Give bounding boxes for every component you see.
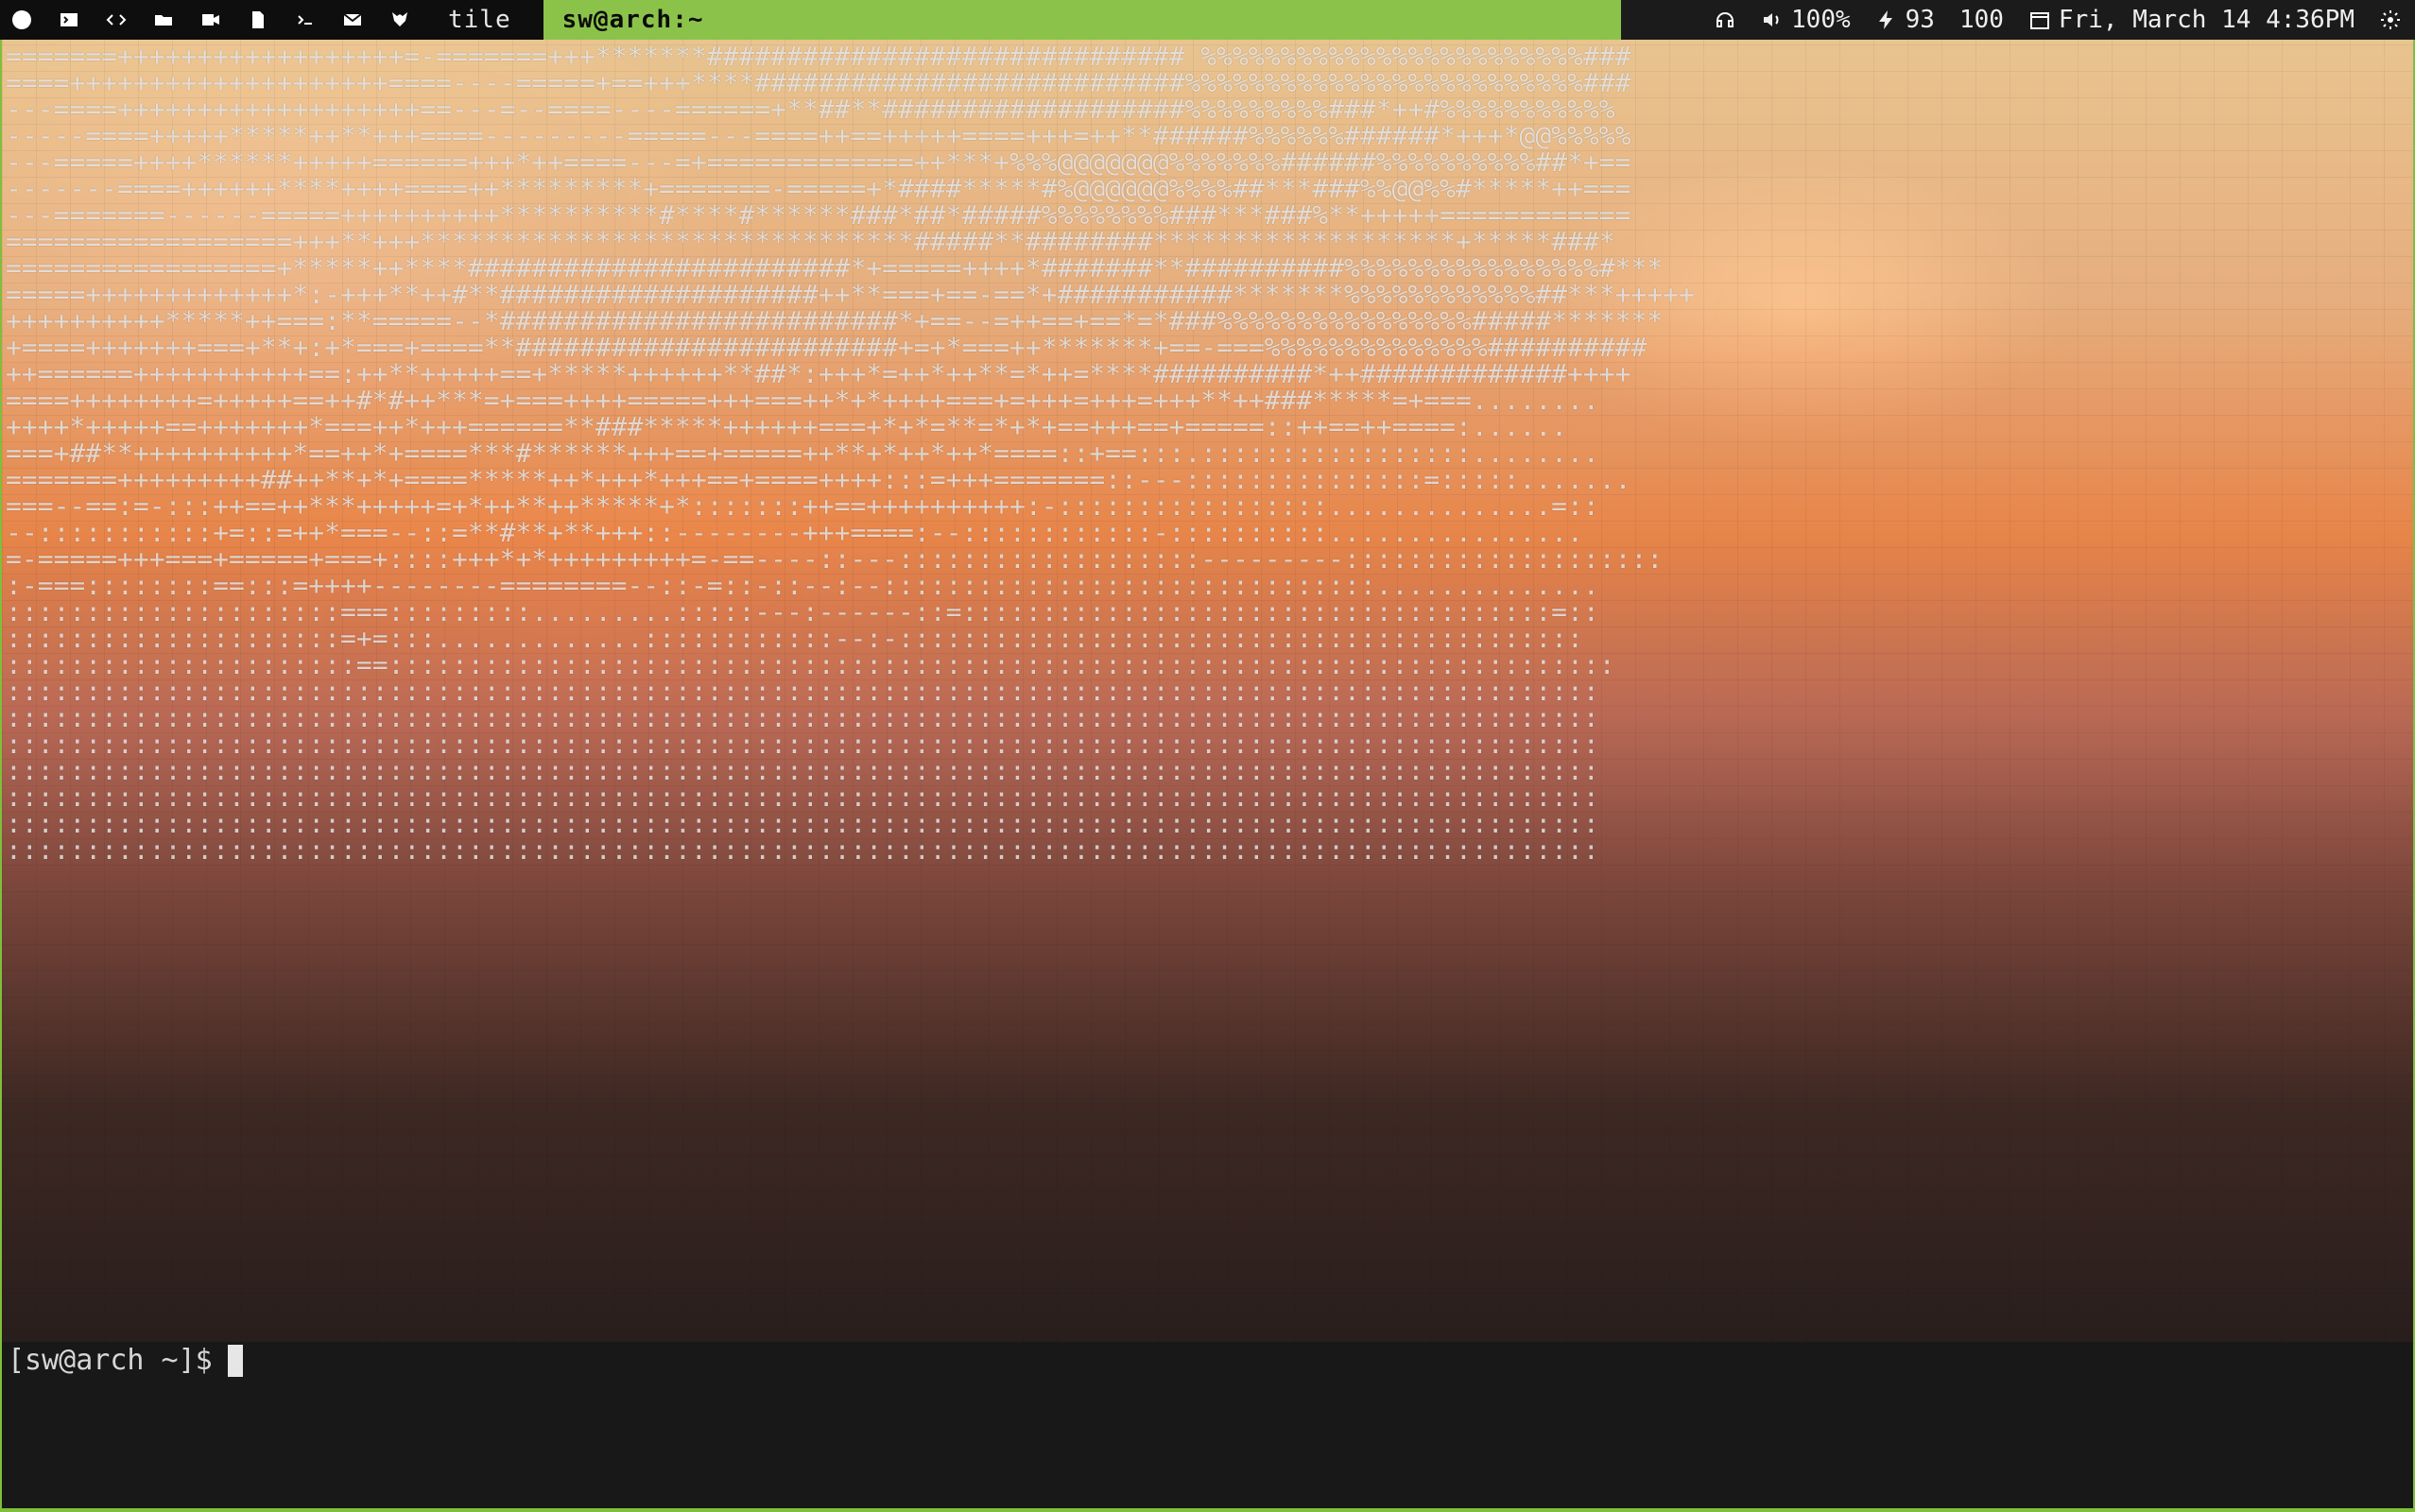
terminal-window[interactable]: =======++++++++++++++++++=-=======+++***… xyxy=(0,40,2415,1512)
volume-icon xyxy=(1764,13,1779,26)
code-icon[interactable] xyxy=(100,4,132,36)
shell-prompt[interactable]: [sw@arch ~]$ xyxy=(8,1344,243,1377)
window-title-text: sw@arch:~ xyxy=(561,6,704,34)
date-time-text: Fri, March 14 4:36PM xyxy=(2058,6,2355,34)
video-icon[interactable] xyxy=(195,4,227,36)
launcher-icons: tile xyxy=(0,0,543,40)
ascii-art-text: =======++++++++++++++++++=-=======+++***… xyxy=(6,43,1695,866)
fox-icon[interactable] xyxy=(384,4,416,36)
window-title: sw@arch:~ xyxy=(543,0,1621,40)
status-area: 100% 93 100 Fri, March 14 4:36PM xyxy=(1700,0,2415,40)
lightning-icon xyxy=(1878,10,1892,29)
document-icon[interactable] xyxy=(242,4,274,36)
settings[interactable] xyxy=(2379,9,2402,31)
gear-icon xyxy=(2381,10,2400,29)
volume-text: 100% xyxy=(1791,6,1851,34)
calendar-icon xyxy=(2029,12,2049,29)
prompt-icon[interactable] xyxy=(289,4,321,36)
battery-text: 93 xyxy=(1905,6,1935,34)
brightness-text: 100 xyxy=(1958,6,2004,34)
terminal-icon[interactable] xyxy=(53,4,85,36)
mail-icon[interactable] xyxy=(336,4,369,36)
volume-status[interactable]: 100% xyxy=(1761,6,1851,34)
ascii-art-image: =======++++++++++++++++++=-=======+++***… xyxy=(2,40,2413,1342)
date-time[interactable]: Fri, March 14 4:36PM xyxy=(2028,6,2355,34)
headphones-icon xyxy=(1716,12,1734,27)
workspace-label[interactable]: tile xyxy=(431,6,528,34)
prompt-text: [sw@arch ~]$ xyxy=(8,1344,213,1377)
folder-icon[interactable] xyxy=(147,4,180,36)
headphones-status[interactable] xyxy=(1714,9,1736,31)
brightness-status[interactable]: 100 xyxy=(1959,6,2004,34)
app-icon[interactable] xyxy=(6,4,38,36)
top-bar: tile sw@arch:~ 100% 93 100 Fri, March 14… xyxy=(0,0,2415,40)
text-cursor xyxy=(227,1344,243,1377)
battery-status[interactable]: 93 xyxy=(1875,6,1935,34)
